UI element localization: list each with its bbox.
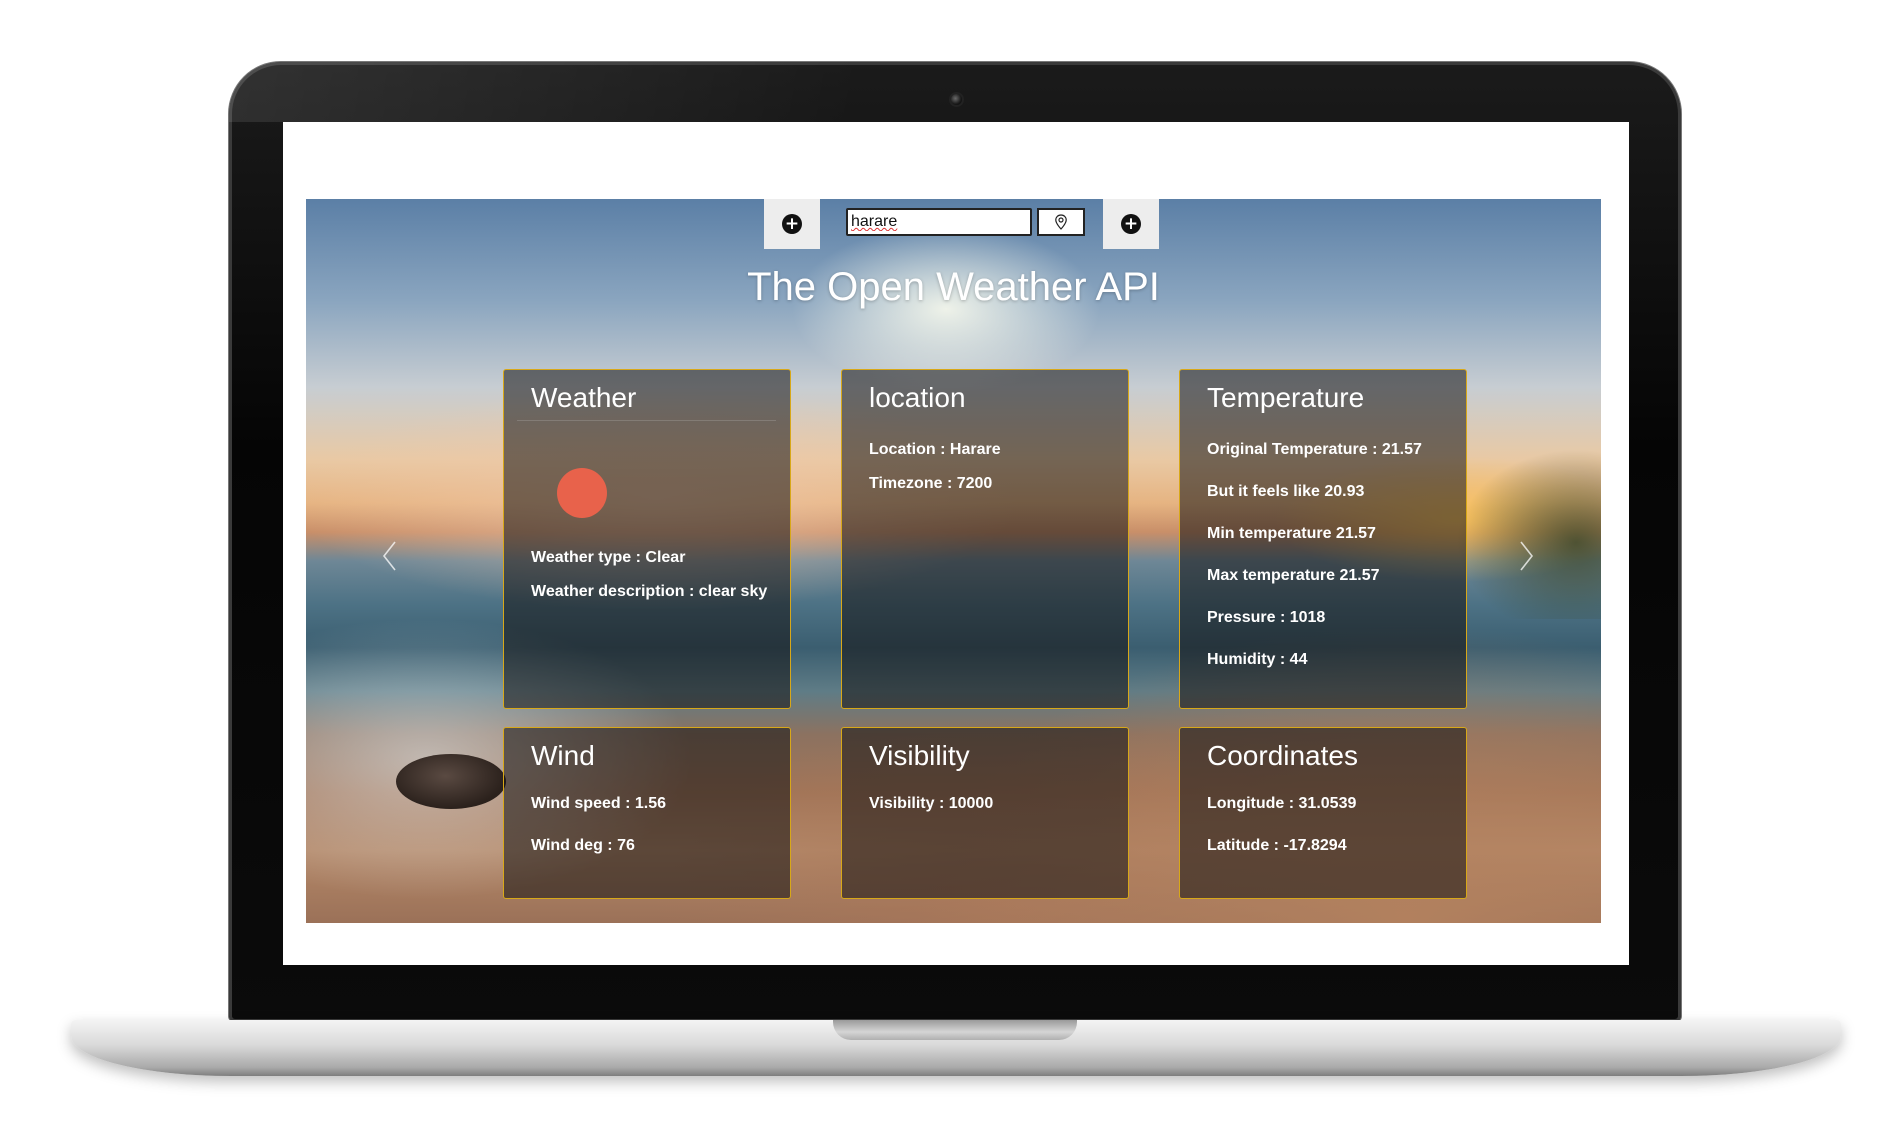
add-button-left[interactable]: + bbox=[764, 199, 820, 249]
carousel-next-button[interactable] bbox=[1516, 539, 1536, 573]
add-button-right[interactable]: + bbox=[1103, 199, 1159, 249]
camera-icon bbox=[951, 94, 962, 105]
laptop-screen: + + The Open Weather API bbox=[283, 122, 1629, 965]
temperature-card: Temperature Original Temperature : 21.57… bbox=[1179, 369, 1467, 709]
plus-circle-icon: + bbox=[1121, 214, 1141, 234]
page-title: The Open Weather API bbox=[747, 265, 1160, 309]
sun-icon bbox=[557, 468, 607, 518]
card-title: Weather bbox=[531, 382, 637, 413]
locate-button[interactable] bbox=[1037, 208, 1085, 236]
coordinates-card: Coordinates Longitude : 31.0539 Latitude… bbox=[1179, 727, 1467, 899]
visibility-card: Visibility Visibility : 10000 bbox=[841, 727, 1129, 899]
card-title: Temperature bbox=[1207, 382, 1365, 413]
pressure: Pressure : 1018 bbox=[1207, 609, 1326, 626]
divider bbox=[517, 420, 776, 421]
card-title: location bbox=[869, 382, 966, 413]
humidity: Humidity : 44 bbox=[1207, 651, 1308, 668]
map-pin-icon bbox=[1055, 214, 1067, 230]
max-temperature: Max temperature 21.57 bbox=[1207, 567, 1380, 584]
location-card: location Location : Harare Timezone : 72… bbox=[841, 369, 1129, 709]
chevron-left-icon bbox=[382, 541, 396, 571]
longitude: Longitude : 31.0539 bbox=[1207, 795, 1357, 812]
weather-card: Weather Weather type : Clear Weather des… bbox=[503, 369, 791, 709]
plus-circle-icon: + bbox=[782, 214, 802, 234]
weather-type: Weather type : Clear bbox=[531, 549, 686, 566]
min-temperature: Min temperature 21.57 bbox=[1207, 525, 1376, 542]
card-title: Wind bbox=[531, 740, 595, 771]
feels-like: But it feels like 20.93 bbox=[1207, 483, 1365, 500]
laptop-hinge-notch bbox=[833, 1020, 1077, 1040]
wind-card: Wind Wind speed : 1.56 Wind deg : 76 bbox=[503, 727, 791, 899]
toolbar: + + bbox=[306, 199, 1601, 251]
weather-app: + + The Open Weather API bbox=[306, 199, 1601, 923]
card-title: Visibility bbox=[869, 740, 970, 771]
latitude: Latitude : -17.8294 bbox=[1207, 837, 1347, 854]
background-rock bbox=[396, 754, 506, 809]
city-search-input[interactable] bbox=[846, 208, 1032, 236]
wind-deg: Wind deg : 76 bbox=[531, 837, 635, 854]
visibility-value: Visibility : 10000 bbox=[869, 795, 994, 812]
chevron-right-icon bbox=[1520, 541, 1534, 571]
location-name: Location : Harare bbox=[869, 441, 1001, 458]
timezone: Timezone : 7200 bbox=[869, 475, 993, 492]
card-title: Coordinates bbox=[1207, 740, 1358, 771]
background-vegetation bbox=[1456, 449, 1601, 619]
carousel-prev-button[interactable] bbox=[380, 539, 400, 573]
wind-speed: Wind speed : 1.56 bbox=[531, 795, 666, 812]
original-temperature: Original Temperature : 21.57 bbox=[1207, 441, 1422, 458]
weather-description: Weather description : clear sky bbox=[531, 583, 768, 600]
